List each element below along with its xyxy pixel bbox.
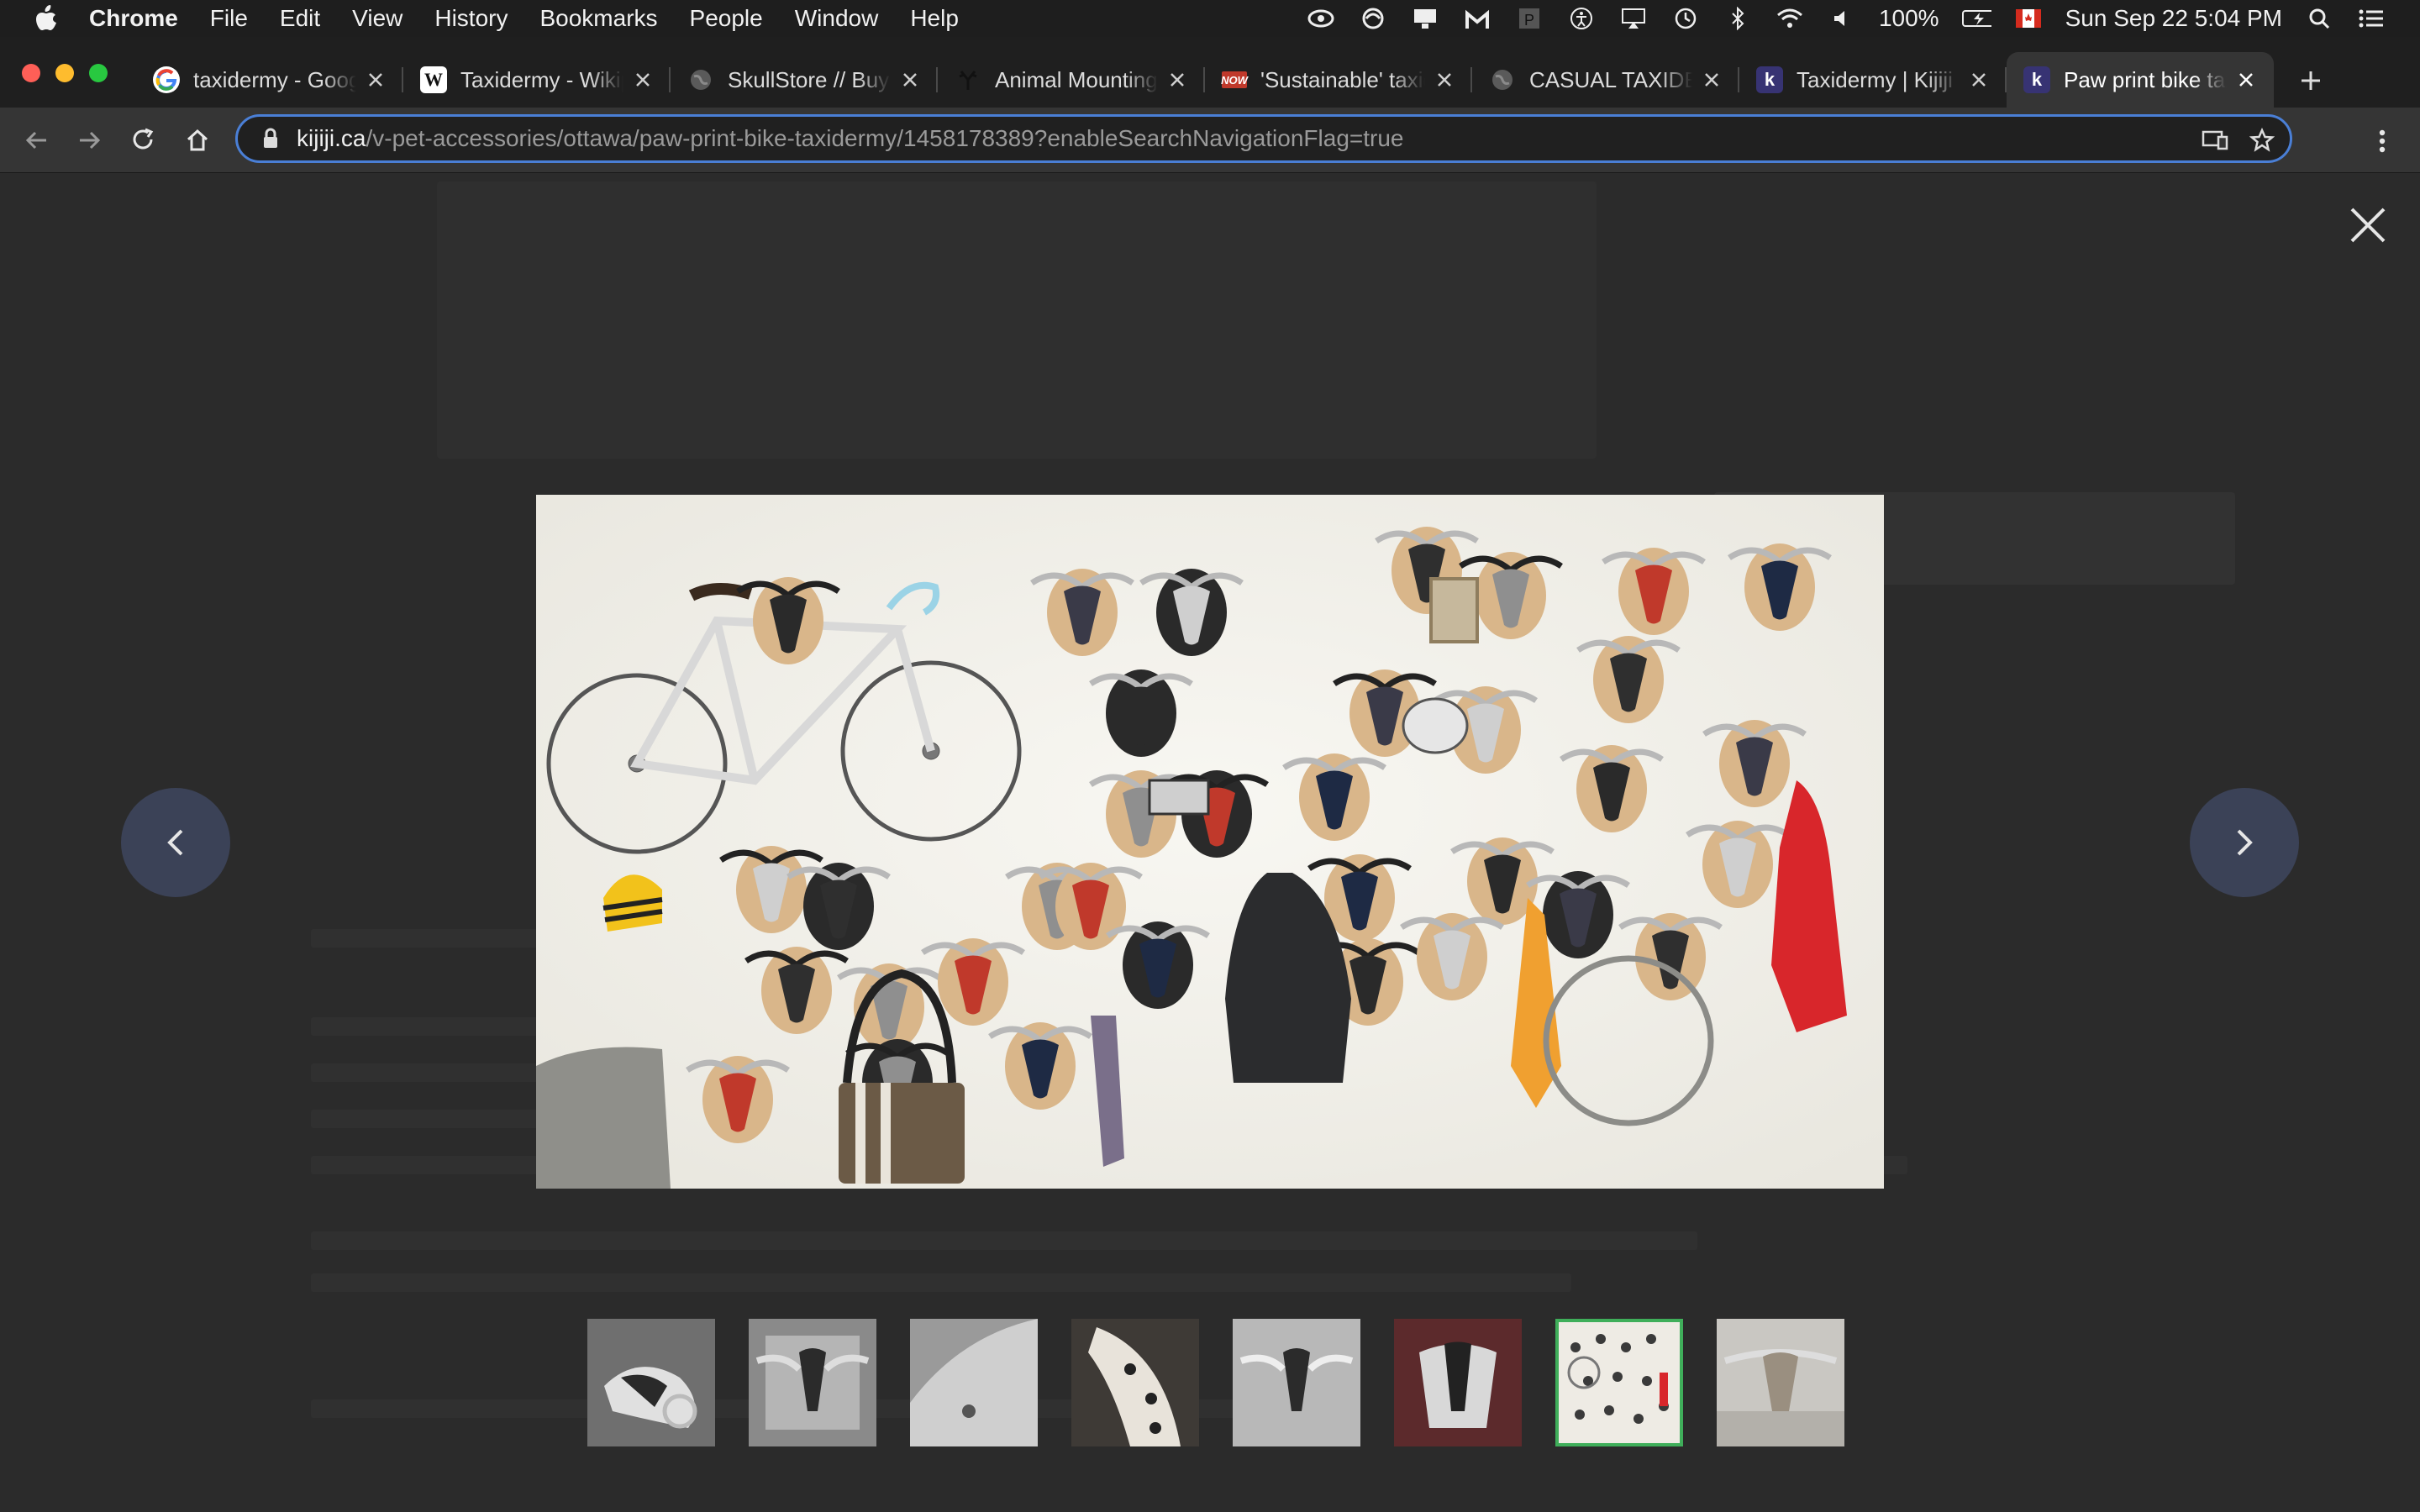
kijiji-icon: k (2023, 66, 2050, 93)
svg-text:P: P (1524, 12, 1534, 29)
reload-icon[interactable] (124, 121, 163, 160)
back-arrow-icon[interactable] (17, 121, 55, 160)
background-listing-image (437, 181, 1597, 459)
tab-close-icon[interactable] (632, 69, 654, 91)
gallery-previous-button[interactable] (121, 788, 230, 897)
wikipedia-icon: W (420, 66, 447, 93)
tab-close-icon[interactable] (1434, 69, 1455, 91)
background-text-line (311, 1273, 1571, 1292)
menu-app-chrome[interactable]: Chrome (89, 5, 178, 32)
window-fullscreen-button[interactable] (89, 64, 108, 82)
tab-animal-mounting[interactable]: Animal Mounting (938, 52, 1205, 108)
gallery-next-button[interactable] (2190, 788, 2299, 897)
menu-bar-status-area: P 100% Sun Sep 22 5:04 PM (1306, 0, 2386, 37)
menu-bar-clock[interactable]: Sun Sep 22 5:04 PM (2065, 5, 2282, 32)
tab-sustainable-taxidermy[interactable]: NOW 'Sustainable' taxidermy (1205, 52, 1472, 108)
macos-menu-bar: Chrome File Edit View History Bookmarks … (0, 0, 2420, 37)
tab-close-icon[interactable] (2235, 69, 2257, 91)
bookmark-star-icon[interactable] (2248, 126, 2276, 155)
tab-close-icon[interactable] (899, 69, 921, 91)
now-icon: NOW (1221, 71, 1248, 88)
gallery-thumbnail[interactable] (1071, 1319, 1199, 1446)
sync-circle-icon[interactable] (1358, 6, 1388, 31)
forward-arrow-icon[interactable] (71, 121, 109, 160)
tab-taxidermy-kijiji[interactable]: k Taxidermy | Kijiji (1739, 52, 2007, 108)
gallery-thumbnail[interactable] (1717, 1319, 1844, 1446)
window-minimize-button[interactable] (55, 64, 74, 82)
apple-logo-icon[interactable] (34, 5, 59, 32)
menu-file[interactable]: File (210, 5, 248, 32)
p-box-icon[interactable]: P (1514, 6, 1544, 31)
tab-casual-taxidermy[interactable]: CASUAL TAXIDERMY (1472, 52, 1739, 108)
menu-history[interactable]: History (434, 5, 508, 32)
battery-charging-icon[interactable] (1961, 6, 1991, 31)
tab-title: Taxidermy - Wikipedia (460, 66, 623, 92)
creative-cloud-icon[interactable] (1306, 6, 1336, 31)
tab-title: Taxidermy | Kijiji (1797, 66, 1953, 92)
gallery-thumbnail[interactable] (749, 1319, 876, 1446)
kijiji-ad-page-dimmed (0, 173, 2420, 1512)
menu-view[interactable]: View (352, 5, 402, 32)
gallery-main-image (536, 495, 1884, 1189)
tab-close-icon[interactable] (1166, 69, 1188, 91)
tab-close-icon[interactable] (1701, 69, 1723, 91)
window-close-button[interactable] (22, 64, 40, 82)
globe-icon (687, 66, 714, 93)
accessibility-icon[interactable] (1566, 6, 1597, 31)
display-share-icon[interactable] (1410, 6, 1440, 31)
home-icon[interactable] (178, 121, 217, 160)
address-bar[interactable]: kijiji.ca/v-pet-accessories/ottawa/paw-p… (235, 114, 2292, 163)
gallery-close-icon[interactable] (2346, 203, 2390, 247)
malwarebytes-icon[interactable] (1462, 6, 1492, 31)
cast-device-icon[interactable] (2201, 126, 2229, 155)
battery-percentage: 100% (1878, 5, 1939, 31)
menu-edit[interactable]: Edit (280, 5, 320, 32)
wifi-icon[interactable] (1775, 6, 1805, 31)
gallery-thumbnail[interactable] (587, 1319, 715, 1446)
tab-paw-print-bike-taxidermy[interactable]: k Paw print bike taxidermy (2007, 52, 2274, 108)
time-machine-icon[interactable] (1670, 6, 1701, 31)
gallery-thumbnail[interactable] (1233, 1319, 1360, 1446)
address-domain: kijiji.ca (297, 125, 366, 151)
chrome-menu-icon[interactable] (2370, 124, 2395, 158)
tab-title: CASUAL TAXIDERMY (1529, 66, 1692, 92)
tab-strip: taxidermy - Google Search W Taxidermy - … (136, 52, 2274, 108)
browser-tab-bar: taxidermy - Google Search W Taxidermy - … (0, 37, 2420, 108)
menu-bookmarks[interactable]: Bookmarks (539, 5, 657, 32)
gallery-thumbnail[interactable] (910, 1319, 1038, 1446)
tab-title: taxidermy - Google Search (193, 66, 356, 92)
bluetooth-icon[interactable] (1723, 6, 1753, 31)
tab-skullstore[interactable]: SkullStore // Buy Skulls (671, 52, 938, 108)
spotlight-search-icon[interactable] (2304, 6, 2334, 31)
background-text-line (311, 1231, 1697, 1250)
tab-google-search[interactable]: taxidermy - Google Search (136, 52, 403, 108)
volume-icon[interactable] (1827, 6, 1857, 31)
menu-window[interactable]: Window (795, 5, 879, 32)
antler-icon (955, 66, 981, 93)
tab-wikipedia[interactable]: W Taxidermy - Wikipedia (403, 52, 671, 108)
google-icon (153, 66, 180, 93)
menu-help[interactable]: Help (910, 5, 959, 32)
address-path: /v-pet-accessories/ottawa/paw-print-bike… (366, 125, 1404, 151)
kijiji-icon: k (1756, 66, 1783, 93)
lock-icon[interactable] (258, 126, 283, 151)
tab-title: SkullStore // Buy Skulls (728, 66, 891, 92)
tab-close-icon[interactable] (1968, 69, 1990, 91)
browser-toolbar: kijiji.ca/v-pet-accessories/ottawa/paw-p… (0, 108, 2420, 173)
tab-title: Animal Mounting (995, 66, 1158, 92)
globe-icon (1489, 66, 1516, 93)
new-tab-plus-icon[interactable] (2294, 64, 2328, 97)
notification-center-icon[interactable] (2356, 6, 2386, 31)
menu-people[interactable]: People (690, 5, 763, 32)
tab-title: 'Sustainable' taxidermy (1260, 66, 1425, 92)
tab-close-icon[interactable] (365, 69, 387, 91)
gallery-thumbnail-selected[interactable] (1555, 1319, 1683, 1446)
gallery-thumbnail[interactable] (1394, 1319, 1522, 1446)
canada-flag-icon[interactable] (2013, 6, 2044, 31)
tab-title: Paw print bike taxidermy (2064, 66, 2227, 92)
gallery-thumbnail-strip (587, 1319, 1844, 1446)
airplay-icon[interactable] (1618, 6, 1649, 31)
address-url[interactable]: kijiji.ca/v-pet-accessories/ottawa/paw-p… (297, 125, 1404, 152)
